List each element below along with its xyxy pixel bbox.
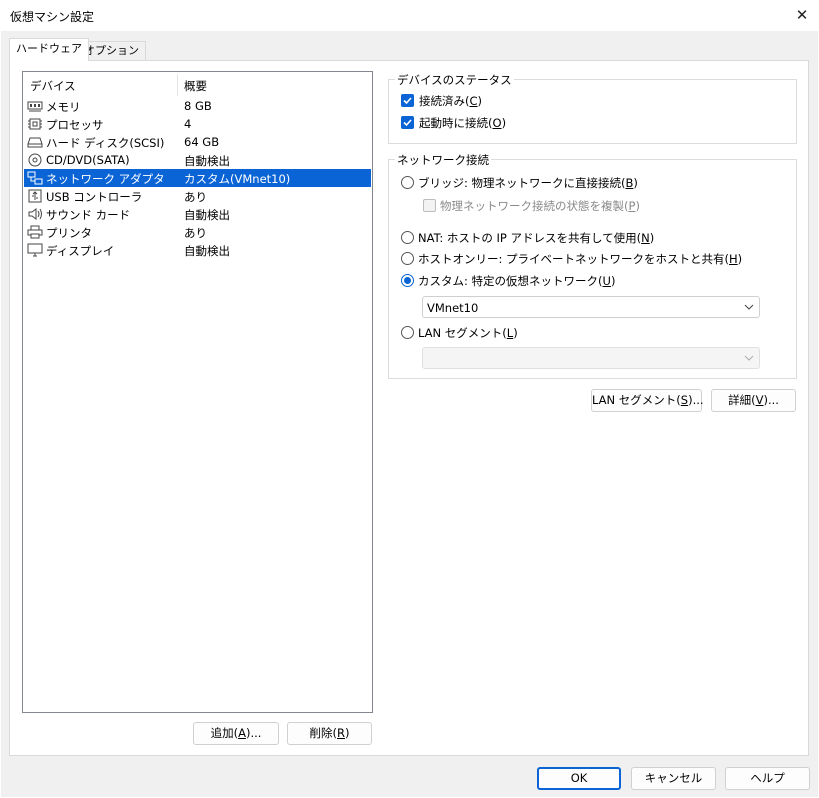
bridged-label[interactable]: ブリッジ: 物理ネットワークに直接接続(B): [418, 175, 638, 191]
device-row-memory[interactable]: メモリ 8 GB: [24, 97, 371, 115]
device-row-usb[interactable]: USB コントローラ あり: [24, 187, 371, 205]
device-summary: 4: [184, 117, 192, 131]
device-summary: あり: [184, 226, 207, 240]
tab-hardware[interactable]: ハードウェア: [9, 38, 89, 61]
memory-icon: [27, 99, 43, 113]
device-row-sound-card[interactable]: サウンド カード 自動検出: [24, 205, 371, 223]
device-name: プリンタ: [46, 226, 92, 240]
device-name: メモリ: [46, 100, 81, 114]
column-header-device[interactable]: デバイス: [30, 78, 76, 94]
nat-radio[interactable]: [401, 231, 414, 244]
nat-label[interactable]: NAT: ホストの IP アドレスを共有して使用(N): [418, 230, 654, 246]
chevron-down-icon: [743, 300, 755, 314]
device-summary: あり: [184, 190, 207, 204]
device-name: USB コントローラ: [46, 190, 143, 204]
cd-dvd-icon: [27, 153, 43, 167]
device-summary: 8 GB: [184, 99, 212, 113]
device-summary: カスタム(VMnet10): [184, 172, 291, 186]
title-bar: [0, 0, 819, 31]
network-connection-group: [388, 159, 797, 379]
check-icon: [403, 97, 412, 105]
column-divider[interactable]: [177, 74, 178, 96]
sound-card-icon: [27, 207, 43, 221]
advanced-button[interactable]: 詳細(V)...: [711, 389, 796, 412]
device-row-processor[interactable]: プロセッサ 4: [24, 115, 371, 133]
column-header-summary[interactable]: 概要: [184, 78, 207, 94]
device-summary: 自動検出: [184, 244, 230, 258]
host-only-label[interactable]: ホストオンリー: プライベートネットワークをホストと共有(H): [418, 251, 742, 267]
device-row-display[interactable]: ディスプレイ 自動検出: [24, 241, 371, 259]
custom-network-select[interactable]: VMnet10: [422, 296, 760, 318]
custom-radio[interactable]: [401, 274, 414, 287]
device-name: ディスプレイ: [46, 244, 115, 258]
device-summary: 自動検出: [184, 208, 230, 222]
device-name: ハード ディスク(SCSI): [46, 136, 165, 150]
bridged-radio[interactable]: [401, 176, 414, 189]
chevron-down-icon: [743, 351, 755, 365]
device-row-cd-dvd[interactable]: CD/DVD(SATA) 自動検出: [24, 151, 371, 169]
device-name: プロセッサ: [46, 118, 104, 132]
device-row-printer[interactable]: プリンタ あり: [24, 223, 371, 241]
help-button[interactable]: ヘルプ: [725, 767, 810, 790]
lan-segment-radio[interactable]: [401, 326, 414, 339]
printer-icon: [27, 225, 43, 239]
cancel-button[interactable]: キャンセル: [631, 767, 716, 790]
close-icon[interactable]: ✕: [788, 2, 816, 28]
hard-disk-icon: [27, 135, 43, 149]
network-adapter-icon: [27, 171, 43, 185]
custom-network-value: VMnet10: [427, 301, 479, 315]
add-device-button[interactable]: 追加(A)...: [193, 722, 279, 745]
device-status-group: [388, 79, 797, 144]
check-icon: [403, 119, 412, 127]
device-name: ネットワーク アダプタ: [46, 172, 165, 186]
window-title: 仮想マシン設定: [10, 10, 95, 24]
custom-label[interactable]: カスタム: 特定の仮想ネットワーク(U): [418, 273, 615, 289]
device-summary: 自動検出: [184, 154, 230, 168]
connect-at-power-on-checkbox[interactable]: [401, 116, 414, 129]
replicate-state-checkbox[interactable]: [423, 199, 436, 212]
ok-button[interactable]: OK: [537, 767, 621, 790]
remove-device-button[interactable]: 削除(R): [287, 722, 372, 745]
host-only-radio[interactable]: [401, 252, 414, 265]
processor-icon: [27, 117, 43, 131]
usb-icon: [27, 189, 43, 203]
lan-segments-button[interactable]: LAN セグメント(S)...: [591, 389, 704, 412]
lan-segment-label[interactable]: LAN セグメント(L): [418, 325, 518, 341]
replicate-state-label[interactable]: 物理ネットワーク接続の状態を複製(P): [440, 198, 640, 214]
connected-label[interactable]: 接続済み(C): [419, 93, 482, 109]
network-connection-title: ネットワーク接続: [395, 152, 491, 168]
connect-at-power-on-label[interactable]: 起動時に接続(O): [419, 115, 506, 131]
device-row-network-adapter[interactable]: ネットワーク アダプタ カスタム(VMnet10): [24, 169, 371, 187]
lan-segment-select[interactable]: [422, 347, 760, 369]
device-name: CD/DVD(SATA): [46, 153, 130, 167]
display-icon: [27, 243, 43, 257]
device-summary: 64 GB: [184, 135, 220, 149]
device-row-hard-disk[interactable]: ハード ディスク(SCSI) 64 GB: [24, 133, 371, 151]
device-status-title: デバイスのステータス: [395, 72, 514, 88]
device-name: サウンド カード: [46, 208, 131, 222]
connected-checkbox[interactable]: [401, 94, 414, 107]
